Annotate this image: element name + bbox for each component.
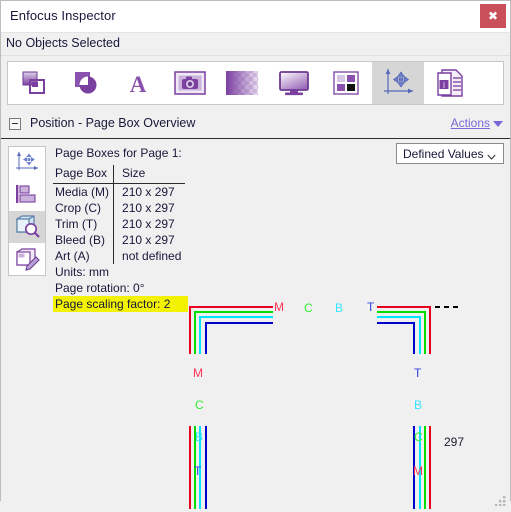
selection-status-bar: No Objects Selected: [1, 33, 510, 56]
trim-box-corner-top-right: [377, 322, 415, 354]
trim-box-corner-bottom-right: [413, 426, 415, 512]
values-mode-value: Defined Values: [403, 147, 484, 161]
chevron-down-icon: [487, 151, 496, 160]
window-title: Enfocus Inspector: [10, 8, 116, 23]
trim-box-corner-top-left: [205, 322, 273, 354]
table-row: Crop (C) 210 x 297: [53, 200, 185, 216]
page-rotation-line: Page rotation: 0°: [55, 281, 145, 295]
inspector-toolbar: A i: [7, 61, 504, 105]
media-box-corner-top-left: [189, 306, 273, 354]
table-row: Art (A) not defined: [53, 248, 185, 264]
crop-box-corner-bottom-right: [424, 426, 426, 512]
cell-page-box: Bleed (B): [53, 232, 115, 248]
table-row: Media (M) 210 x 297: [53, 184, 185, 200]
cell-page-box: Art (A): [53, 248, 115, 264]
box-label-c: C: [304, 301, 313, 315]
box-label-m: M: [413, 464, 423, 478]
toolbar-container: A i: [1, 56, 510, 109]
align-icon: [13, 183, 41, 208]
toolbar-button-image[interactable]: [164, 62, 216, 104]
cell-size: not defined: [122, 249, 182, 263]
page-box-table: Page Box Size Media (M) 210 x 297 Crop (…: [53, 165, 186, 264]
rail-button-position[interactable]: [9, 147, 45, 179]
cell-page-box: Crop (C): [53, 200, 115, 216]
title-bar: Enfocus Inspector ✖: [1, 1, 510, 33]
page-box-info-panel: Page Boxes for Page 1: Page Box Size Med…: [53, 144, 188, 312]
section-title: Position - Page Box Overview: [30, 116, 196, 130]
inspector-window: Enfocus Inspector ✖ No Objects Selected: [0, 0, 511, 512]
column-header-page-box: Page Box: [53, 165, 115, 184]
position-icon: [380, 67, 416, 99]
display-icon: [278, 69, 310, 97]
page-box-zoom-icon: [13, 213, 41, 242]
toolbar-button-color[interactable]: [320, 62, 372, 104]
box-label-m: M: [193, 366, 203, 380]
box-label-t: T: [367, 300, 375, 314]
bleed-box-corner-bottom-right: [419, 426, 421, 512]
column-header-size: Size: [122, 166, 146, 180]
chevron-down-icon[interactable]: [493, 121, 503, 127]
cell-size: 210 x 297: [122, 201, 175, 215]
crop-box-corner-top-right: [377, 311, 426, 354]
toolbar-button-objects[interactable]: [8, 62, 60, 104]
box-label-m: M: [274, 300, 284, 314]
image-icon: [173, 68, 207, 98]
rail-button-page-box-overview[interactable]: [9, 211, 45, 243]
close-button[interactable]: ✖: [480, 4, 506, 28]
table-row: Bleed (B) 210 x 297: [53, 232, 185, 248]
bleed-box-corner-bottom-left: [199, 426, 201, 512]
media-box-corner-top-right: [377, 306, 431, 354]
cell-page-box: Trim (T): [53, 216, 115, 232]
section-header: Position - Page Box Overview Actions: [1, 111, 510, 139]
toolbar-button-transparency[interactable]: [216, 62, 268, 104]
toolbar-button-text[interactable]: A: [112, 62, 164, 104]
units-line: Units: mm: [55, 265, 109, 279]
toolbar-button-position[interactable]: [372, 62, 424, 104]
document-info-icon: i: [434, 68, 466, 98]
position-move-icon: [13, 150, 41, 177]
svg-text:A: A: [130, 72, 147, 97]
box-label-c: C: [195, 398, 204, 412]
selection-status-text: No Objects Selected: [6, 36, 120, 50]
toolbar-button-shapes[interactable]: [60, 62, 112, 104]
rail-button-page-box-edit[interactable]: [9, 243, 45, 275]
section-collapse-toggle[interactable]: [9, 118, 21, 130]
media-box-corner-bottom-right: [429, 426, 431, 512]
table-header-row: Page Box Size: [53, 165, 185, 184]
resize-grip[interactable]: [495, 494, 507, 507]
cell-size: 210 x 297: [122, 233, 175, 247]
toolbar-button-document-info[interactable]: i: [424, 62, 476, 104]
toolbar-button-display[interactable]: [268, 62, 320, 104]
bleed-box-corner-top-right: [377, 316, 421, 354]
page-box-edit-icon: [13, 245, 41, 274]
cell-size: 210 x 297: [122, 185, 175, 199]
page-box-tool-rail: [8, 146, 46, 276]
cell-size: 210 x 297: [122, 217, 175, 231]
content-area: Page Boxes for Page 1: Page Box Size Med…: [1, 139, 510, 512]
cell-page-box: Media (M): [53, 184, 115, 200]
bleed-box-corner-top-left: [199, 316, 273, 354]
color-icon: [332, 69, 360, 97]
box-label-b: B: [195, 430, 203, 444]
crop-box-corner-top-left: [194, 311, 273, 354]
text-icon: A: [123, 68, 153, 98]
box-label-t: T: [414, 366, 422, 380]
values-mode-dropdown[interactable]: Defined Values: [396, 143, 504, 164]
crop-box-corner-bottom-left: [194, 426, 196, 512]
box-label-t: T: [194, 464, 202, 478]
media-box-corner-bottom-left: [189, 426, 191, 512]
dimension-label-height: 297: [444, 435, 464, 449]
actions-link[interactable]: Actions: [451, 116, 490, 130]
page-scaling-factor-line: Page scaling factor: 2: [53, 296, 188, 312]
trim-box-corner-bottom-left: [205, 426, 207, 512]
objects-icon: [19, 68, 49, 98]
rail-button-align[interactable]: [9, 179, 45, 211]
box-label-b: B: [335, 301, 343, 315]
shapes-icon: [71, 68, 101, 98]
box-label-b: B: [414, 398, 422, 412]
table-row: Trim (T) 210 x 297: [53, 216, 185, 232]
transparency-icon: [225, 69, 259, 97]
box-label-c: C: [414, 430, 423, 444]
page-boxes-caption: Page Boxes for Page 1:: [55, 146, 182, 160]
